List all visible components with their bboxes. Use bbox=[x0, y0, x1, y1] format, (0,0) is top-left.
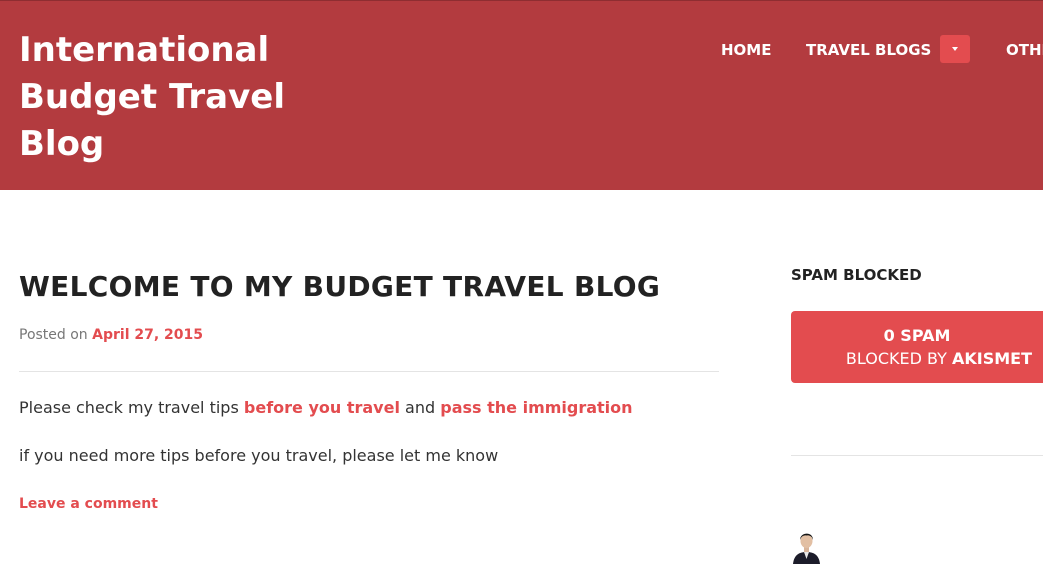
nav-item-home[interactable]: HOME bbox=[721, 39, 771, 61]
site-title[interactable]: International Budget Travel Blog bbox=[19, 27, 319, 168]
leave-comment-link[interactable]: Leave a comment bbox=[19, 494, 158, 514]
para1-and: and bbox=[405, 398, 436, 417]
spam-widget-title: SPAM BLOCKED bbox=[791, 266, 922, 284]
caret-down-icon bbox=[952, 47, 958, 51]
spam-count: 0 SPAM bbox=[883, 326, 951, 345]
site-header: International Budget Travel Blog HOME TR… bbox=[0, 0, 1043, 190]
posted-on-label: Posted on bbox=[19, 327, 88, 343]
blocked-by-line: BLOCKED BY AKISMET bbox=[791, 348, 1043, 370]
post-divider bbox=[19, 371, 719, 372]
nav-item-travel-blogs[interactable]: TRAVEL BLOGS bbox=[806, 39, 931, 61]
nav-item-other[interactable]: OTHER bbox=[1006, 39, 1043, 61]
travel-blogs-dropdown-button[interactable] bbox=[940, 35, 970, 63]
author-avatar[interactable] bbox=[791, 528, 822, 564]
post-title[interactable]: WELCOME TO MY BUDGET TRAVEL BLOG bbox=[19, 268, 660, 306]
para1-text: Please check my travel tips bbox=[19, 398, 239, 417]
post-paragraph-2: if you need more tips before you travel,… bbox=[19, 446, 499, 465]
blocked-by-label: BLOCKED BY bbox=[845, 349, 947, 368]
sidebar-divider bbox=[791, 455, 1043, 456]
post-paragraph-1: Please check my travel tips before you t… bbox=[19, 397, 633, 419]
before-you-travel-link[interactable]: before you travel bbox=[244, 398, 400, 417]
post-date-link[interactable]: April 27, 2015 bbox=[92, 327, 203, 343]
post-meta: Posted on April 27, 2015 bbox=[19, 325, 203, 345]
pass-the-immigration-link[interactable]: pass the immigration bbox=[440, 398, 632, 417]
akismet-label: AKISMET bbox=[951, 349, 1032, 368]
avatar-image bbox=[791, 528, 822, 564]
akismet-spam-counter[interactable]: 0 SPAM BLOCKED BY AKISMET bbox=[791, 311, 1043, 383]
